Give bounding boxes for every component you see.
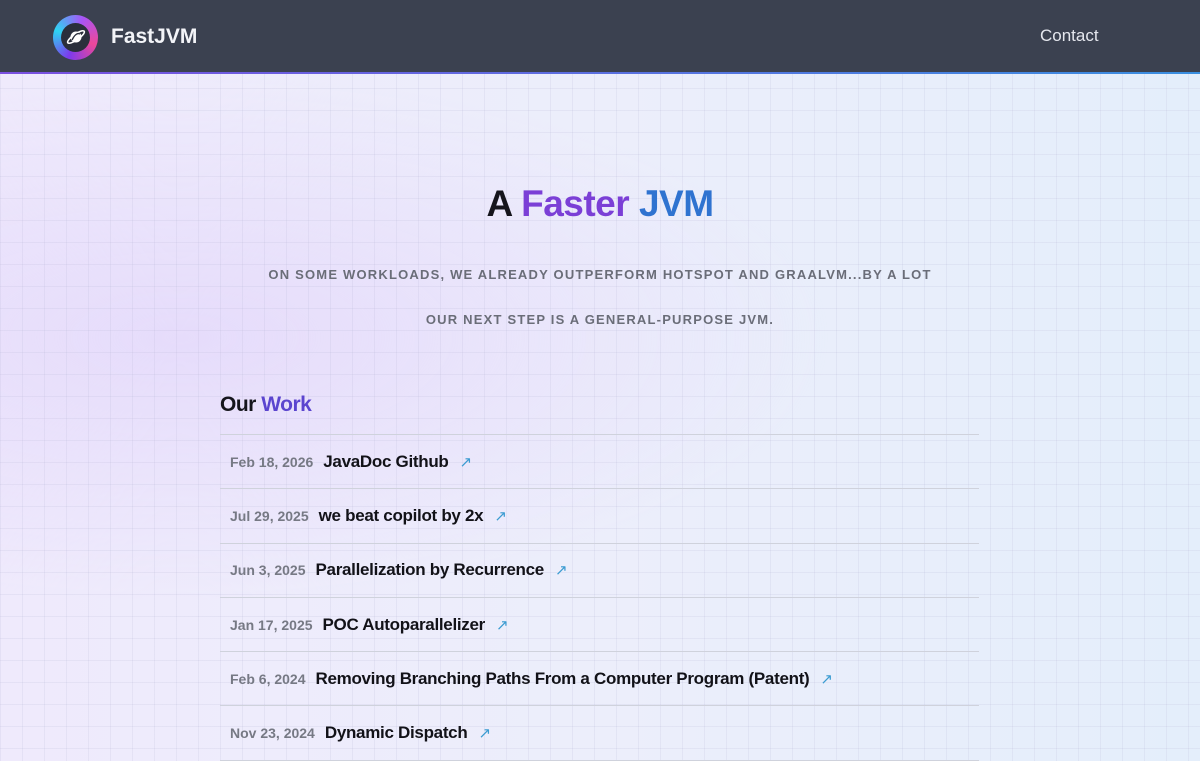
nav-contact-link[interactable]: Contact bbox=[1040, 26, 1099, 46]
logo-icon bbox=[53, 14, 98, 60]
hero-subtitle-1: ON SOME WORKLOADS, WE ALREADY OUTPERFORM… bbox=[268, 267, 932, 282]
brand-name: FastJVM bbox=[111, 25, 198, 48]
hero-title-jvm: JVM bbox=[638, 183, 714, 224]
work-heading-work: Work bbox=[261, 393, 312, 416]
hero-title: A Faster JVM bbox=[0, 183, 1200, 225]
work-list-item[interactable]: Feb 18, 2026 JavaDoc Github ↗ bbox=[220, 435, 979, 490]
external-link-arrow-icon[interactable]: ↗ bbox=[555, 561, 568, 579]
external-link-arrow-icon[interactable]: ↗ bbox=[494, 507, 507, 525]
external-link-arrow-icon[interactable]: ↗ bbox=[820, 670, 833, 688]
work-list-item[interactable]: Jan 17, 2025 POC Autoparallelizer ↗ bbox=[220, 598, 979, 653]
work-list-item[interactable]: Feb 6, 2024 Removing Branching Paths Fro… bbox=[220, 652, 979, 707]
work-item-title-link[interactable]: we beat copilot by 2x bbox=[319, 506, 484, 526]
work-item-title-link[interactable]: Parallelization by Recurrence bbox=[316, 560, 545, 580]
work-section: Our Work Feb 18, 2026 JavaDoc Github ↗ J… bbox=[220, 393, 979, 761]
external-link-arrow-icon[interactable]: ↗ bbox=[478, 724, 491, 742]
top-navbar: FastJVM Contact bbox=[0, 0, 1200, 74]
work-item-date: Jul 29, 2025 bbox=[230, 507, 309, 524]
work-item-title-link[interactable]: Removing Branching Paths From a Computer… bbox=[316, 669, 810, 689]
work-list-item[interactable]: Jun 3, 2025 Parallelization by Recurrenc… bbox=[220, 544, 979, 598]
external-link-arrow-icon[interactable]: ↗ bbox=[496, 616, 509, 634]
work-item-title-link[interactable]: POC Autoparallelizer bbox=[323, 615, 486, 635]
work-item-date: Jan 17, 2025 bbox=[230, 616, 313, 633]
work-heading: Our Work bbox=[220, 393, 979, 434]
work-item-title-link[interactable]: Dynamic Dispatch bbox=[325, 723, 468, 743]
work-item-date: Feb 18, 2026 bbox=[230, 453, 314, 470]
hero-title-faster: Faster bbox=[521, 183, 630, 224]
work-list-item[interactable]: Nov 23, 2024 Dynamic Dispatch ↗ bbox=[220, 706, 979, 761]
work-list-item[interactable]: Jul 29, 2025 we beat copilot by 2x ↗ bbox=[220, 489, 979, 544]
brand-link[interactable]: FastJVM bbox=[53, 14, 198, 60]
work-list: Feb 18, 2026 JavaDoc Github ↗ Jul 29, 20… bbox=[220, 434, 979, 761]
work-item-date: Jun 3, 2025 bbox=[230, 562, 306, 579]
work-item-date: Feb 6, 2024 bbox=[230, 670, 306, 687]
hero-subtitle-2: OUR NEXT STEP IS A GENERAL-PURPOSE JVM. bbox=[425, 312, 775, 327]
work-item-date: Nov 23, 2024 bbox=[230, 725, 315, 742]
work-heading-our: Our bbox=[220, 393, 256, 416]
hero-title-a: A bbox=[486, 183, 512, 224]
work-item-title-link[interactable]: JavaDoc Github bbox=[323, 452, 449, 472]
external-link-arrow-icon[interactable]: ↗ bbox=[460, 453, 473, 471]
